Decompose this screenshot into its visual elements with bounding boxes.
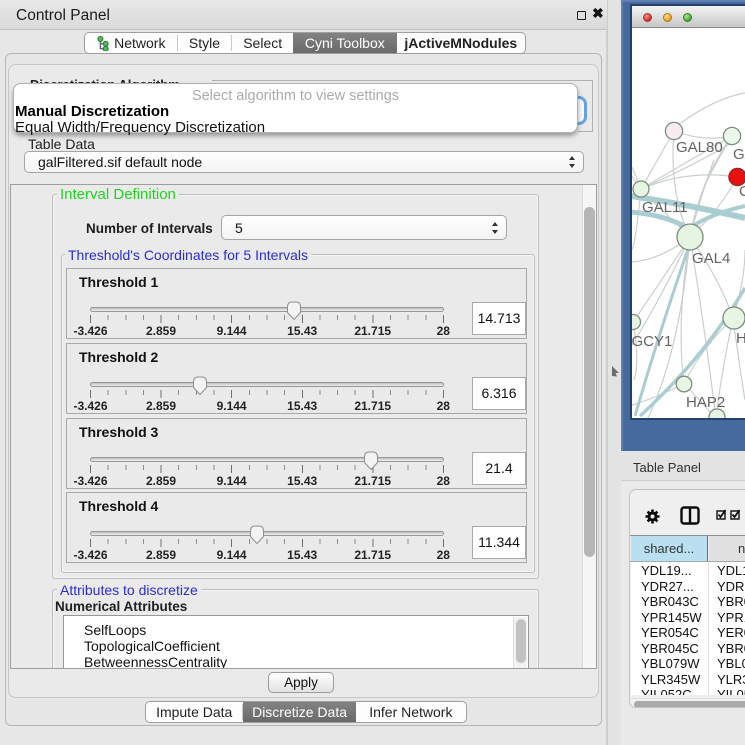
svg-text:C: C bbox=[739, 183, 745, 200]
svg-text:GAL80: GAL80 bbox=[676, 139, 723, 156]
svg-text:GA: GA bbox=[733, 146, 745, 163]
svg-text:HI: HI bbox=[736, 330, 745, 347]
svg-text:GCY1: GCY1 bbox=[632, 333, 672, 350]
svg-text:GAL11: GAL11 bbox=[642, 199, 688, 216]
svg-text:HAP2: HAP2 bbox=[686, 394, 725, 411]
svg-text:GAL4: GAL4 bbox=[692, 250, 730, 267]
